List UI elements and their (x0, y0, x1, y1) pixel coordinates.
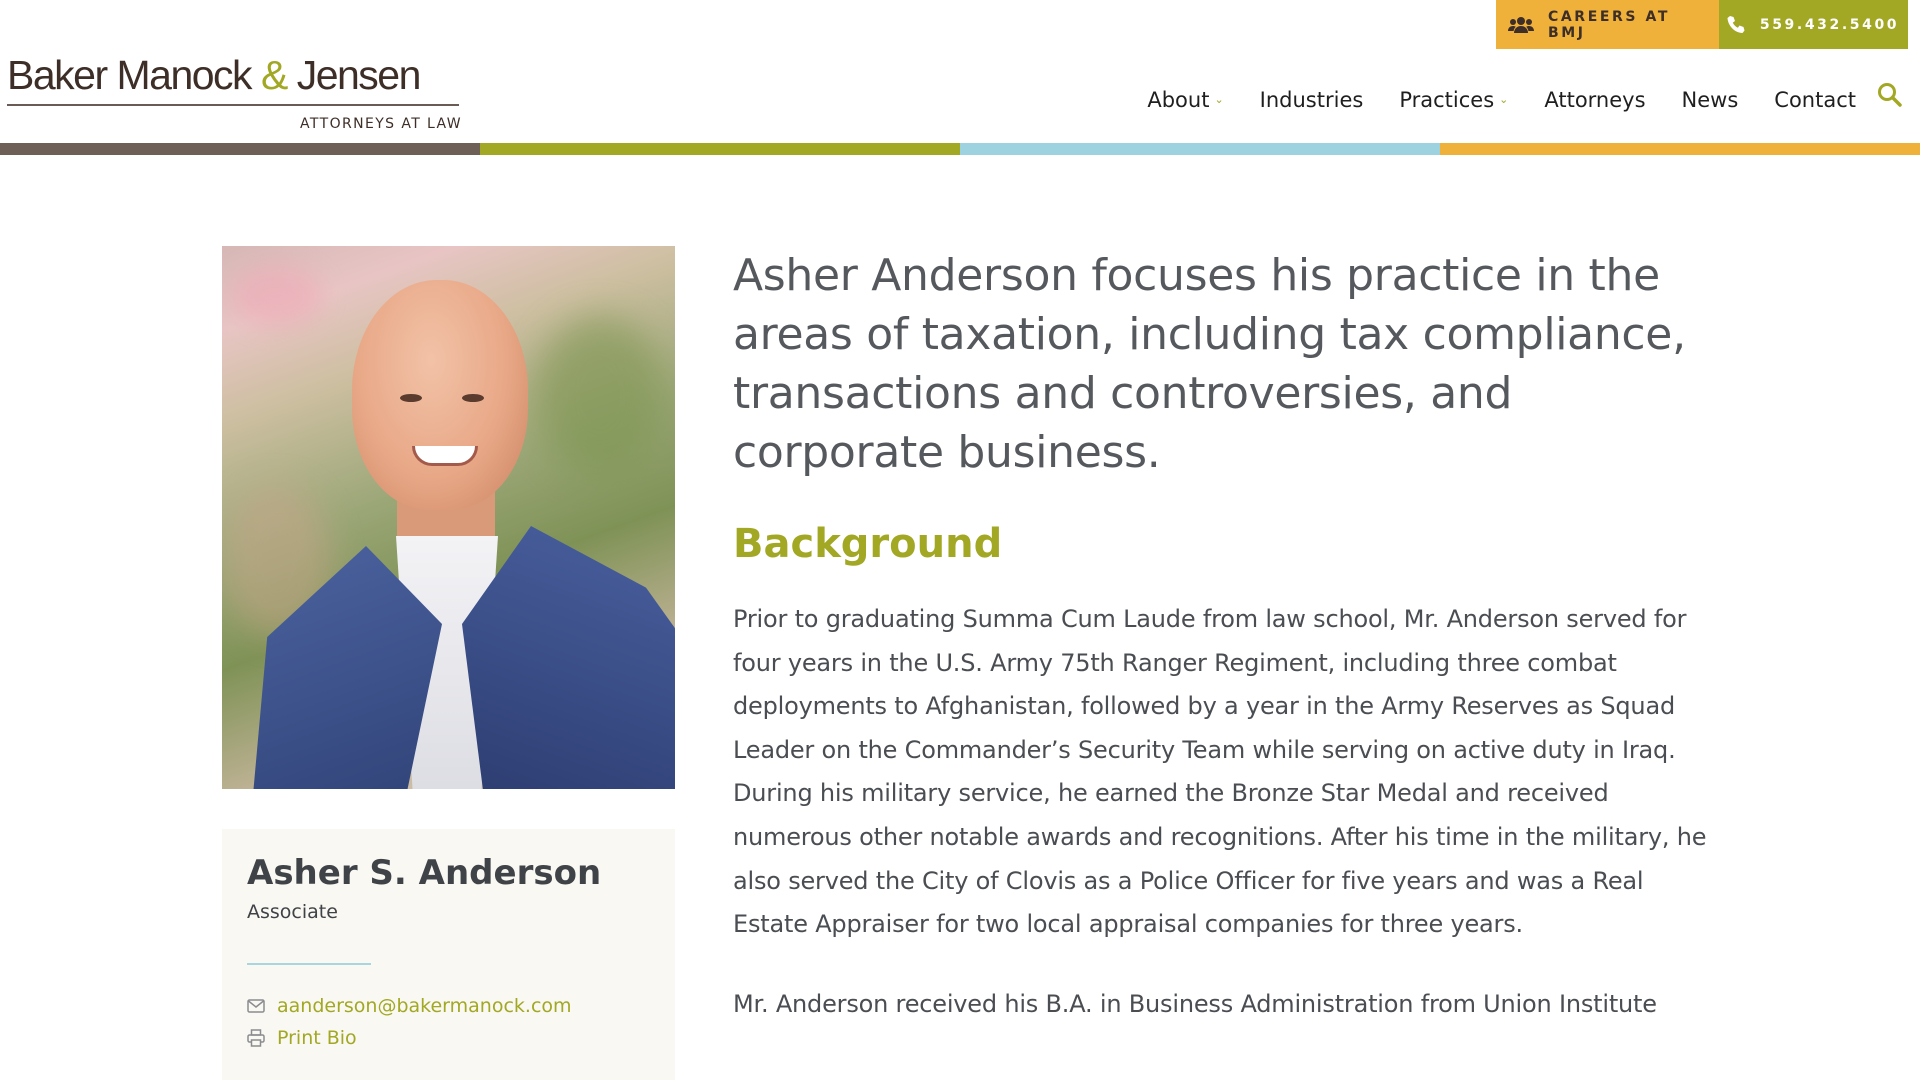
careers-button[interactable]: CAREERS AT BMJ (1496, 0, 1719, 49)
nav-label: Practices (1399, 88, 1495, 112)
stripe-blue (960, 143, 1440, 155)
chevron-down-icon: ⌄ (1499, 92, 1509, 106)
background-heading: Background (733, 521, 1003, 567)
nav-item-industries[interactable]: Industries (1260, 80, 1364, 120)
attorney-photo (222, 246, 675, 789)
careers-label: CAREERS AT BMJ (1548, 8, 1671, 41)
printer-icon (247, 1029, 265, 1047)
main-nav: About ⌄ Industries Practices ⌄ Attorneys N… (1147, 80, 1904, 120)
phone-button[interactable]: 559.432.5400 (1719, 0, 1908, 49)
email-link[interactable]: aanderson@bakermanock.com (247, 995, 650, 1017)
nav-label: Attorneys (1544, 88, 1646, 112)
envelope-icon (247, 999, 265, 1013)
chevron-down-icon: ⌄ (1214, 92, 1224, 106)
email-text: aanderson@bakermanock.com (277, 995, 572, 1017)
site-header: Baker Manock & Jensen ATTORNEYS AT LAW C… (0, 0, 1920, 155)
bio-paragraph: Mr. Anderson received his B.A. in Busine… (733, 989, 1657, 1018)
color-stripe (0, 143, 1920, 155)
attorney-title: Associate (247, 901, 338, 923)
logo-subtitle: ATTORNEYS AT LAW (300, 116, 462, 132)
profile-card: Asher S. Anderson Associate aanderson@ba… (222, 829, 675, 1080)
nav-label: About (1147, 88, 1210, 112)
nav-item-practices[interactable]: Practices ⌄ (1399, 80, 1508, 120)
bio-paragraph: Prior to graduating Summa Cum Laude from… (733, 605, 1707, 939)
phone-icon (1727, 15, 1745, 33)
bio-content: Asher Anderson focuses his practice in t… (733, 246, 1708, 1026)
users-icon (1508, 16, 1534, 33)
attorney-name: Asher S. Anderson (247, 853, 602, 893)
stripe-green (480, 143, 960, 155)
logo-wordmark: Baker Manock & Jensen (7, 52, 421, 98)
nav-label: News (1681, 88, 1739, 112)
bio-lead: Asher Anderson focuses his practice in t… (733, 250, 1686, 478)
logo-rule (7, 104, 459, 106)
nav-item-attorneys[interactable]: Attorneys (1544, 80, 1645, 120)
card-divider (247, 963, 371, 965)
print-bio-text: Print Bio (277, 1027, 357, 1049)
nav-item-about[interactable]: About ⌄ (1147, 80, 1223, 120)
nav-item-contact[interactable]: Contact (1774, 80, 1856, 120)
nav-label: Industries (1259, 88, 1364, 112)
search-button[interactable] (1876, 81, 1904, 109)
stripe-orange (1440, 143, 1920, 155)
nav-label: Contact (1774, 88, 1856, 112)
utility-bar: CAREERS AT BMJ 559.432.5400 (1496, 0, 1908, 49)
search-icon (1878, 83, 1902, 107)
phone-label: 559.432.5400 (1759, 16, 1900, 33)
print-bio-link[interactable]: Print Bio (247, 1027, 650, 1049)
stripe-brown (0, 143, 480, 155)
nav-item-news[interactable]: News (1682, 80, 1739, 120)
site-logo[interactable]: Baker Manock & Jensen ATTORNEYS AT LAW (7, 50, 462, 132)
